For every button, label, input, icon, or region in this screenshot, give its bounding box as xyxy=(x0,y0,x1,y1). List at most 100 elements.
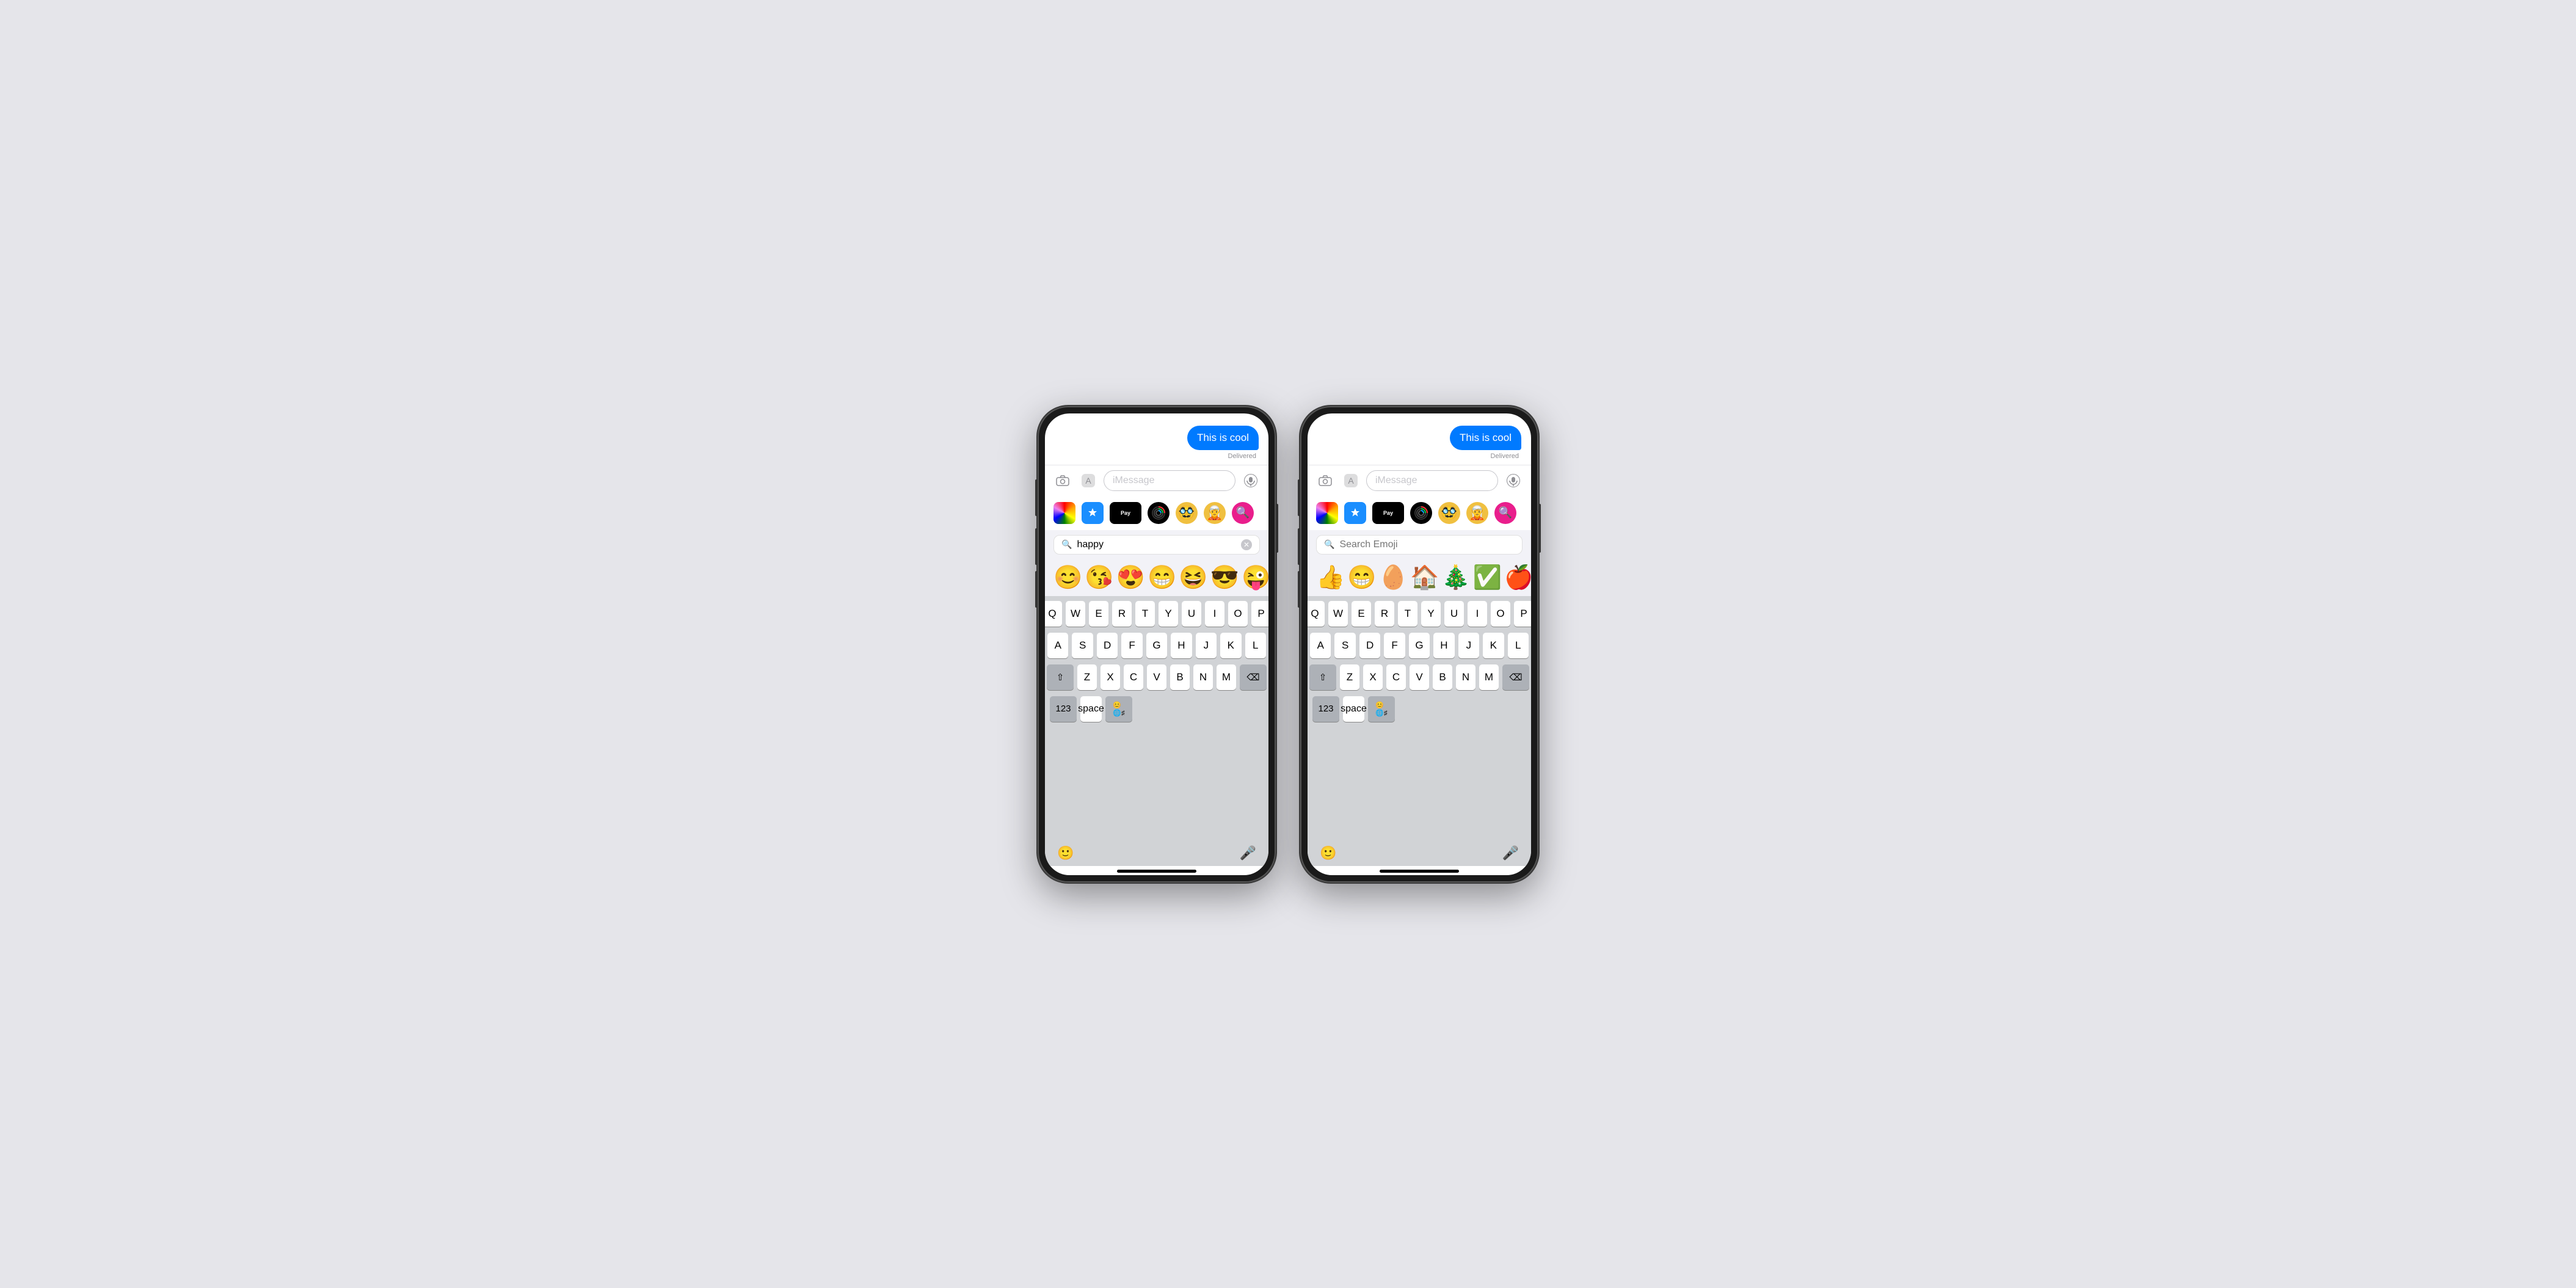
key-space-right[interactable]: space xyxy=(1343,696,1364,722)
key-C-right[interactable]: C xyxy=(1386,664,1406,690)
emoji-result-2-left[interactable]: 😍 xyxy=(1116,564,1145,591)
emoji-result-1-right[interactable]: 😁 xyxy=(1347,564,1376,591)
mic-icon-left[interactable]: 🎤 xyxy=(1240,845,1256,861)
key-delete-right[interactable]: ⌫ xyxy=(1502,664,1529,690)
key-123-right[interactable]: 123 xyxy=(1312,696,1339,722)
appstore-app-icon-right[interactable] xyxy=(1344,502,1366,524)
emoji-result-2-right[interactable]: 🥚 xyxy=(1379,564,1408,591)
emoji-result-4-left[interactable]: 😆 xyxy=(1179,564,1207,591)
key-space-left[interactable]: space xyxy=(1080,696,1102,722)
key-H-right[interactable]: H xyxy=(1433,633,1454,658)
emoji-result-1-left[interactable]: 😘 xyxy=(1085,564,1113,591)
key-K-left[interactable]: K xyxy=(1220,633,1241,658)
activity-icon-right[interactable] xyxy=(1410,502,1432,524)
key-shift-right[interactable]: ⇧ xyxy=(1309,664,1336,690)
key-D-left[interactable]: D xyxy=(1097,633,1118,658)
key-shift-left[interactable]: ⇧ xyxy=(1047,664,1074,690)
emoji-result-0-right[interactable]: 👍 xyxy=(1316,564,1345,591)
activity-icon-left[interactable] xyxy=(1148,502,1170,524)
key-F-left[interactable]: F xyxy=(1121,633,1142,658)
key-A-left[interactable]: A xyxy=(1047,633,1068,658)
key-T-right[interactable]: T xyxy=(1398,601,1417,627)
applepay-icon-right[interactable]: Pay xyxy=(1372,502,1404,524)
emoji-search-input-left[interactable] xyxy=(1077,539,1236,550)
emoji-result-6-right[interactable]: 🍎 xyxy=(1504,564,1531,591)
key-U-right[interactable]: U xyxy=(1444,601,1464,627)
key-S-left[interactable]: S xyxy=(1072,633,1093,658)
mic-icon-right[interactable]: 🎤 xyxy=(1502,845,1519,861)
message-input-left[interactable]: iMessage xyxy=(1104,470,1235,491)
key-P-left[interactable]: P xyxy=(1251,601,1268,627)
key-V-left[interactable]: V xyxy=(1147,664,1166,690)
camera-icon-right[interactable] xyxy=(1315,470,1336,491)
key-T-left[interactable]: T xyxy=(1135,601,1155,627)
key-G-right[interactable]: G xyxy=(1409,633,1430,658)
key-Q-right[interactable]: Q xyxy=(1308,601,1325,627)
emoji-result-6-left[interactable]: 😜 xyxy=(1242,564,1268,591)
appstore-icon-right[interactable]: A xyxy=(1341,470,1361,491)
key-Q-left[interactable]: Q xyxy=(1045,601,1062,627)
key-F-right[interactable]: F xyxy=(1384,633,1405,658)
emoji-result-3-left[interactable]: 😁 xyxy=(1148,564,1176,591)
key-B-left[interactable]: B xyxy=(1170,664,1190,690)
key-H-left[interactable]: H xyxy=(1171,633,1192,658)
key-U-left[interactable]: U xyxy=(1182,601,1201,627)
key-R-right[interactable]: R xyxy=(1375,601,1394,627)
key-O-right[interactable]: O xyxy=(1491,601,1510,627)
camera-icon-left[interactable] xyxy=(1052,470,1073,491)
emoji-search-box-right[interactable]: 🔍 xyxy=(1316,535,1523,555)
memoji2-icon-left[interactable]: 🧝 xyxy=(1204,502,1226,524)
globe-icon-right[interactable]: 🔍 xyxy=(1494,502,1516,524)
key-Z-left[interactable]: Z xyxy=(1077,664,1097,690)
key-I-left[interactable]: I xyxy=(1205,601,1224,627)
emoji-result-5-left[interactable]: 😎 xyxy=(1210,564,1239,591)
key-N-left[interactable]: N xyxy=(1193,664,1213,690)
emoji-result-5-right[interactable]: ✅ xyxy=(1473,564,1502,591)
memoji1-icon-right[interactable]: 🥸 xyxy=(1438,502,1460,524)
key-E-left[interactable]: E xyxy=(1089,601,1108,627)
key-P-right[interactable]: P xyxy=(1514,601,1531,627)
key-X-left[interactable]: X xyxy=(1101,664,1120,690)
key-E-right[interactable]: E xyxy=(1352,601,1371,627)
key-delete-left[interactable]: ⌫ xyxy=(1240,664,1267,690)
key-X-right[interactable]: X xyxy=(1363,664,1383,690)
key-I-right[interactable]: I xyxy=(1468,601,1487,627)
memoji2-icon-right[interactable]: 🧝 xyxy=(1466,502,1488,524)
key-M-right[interactable]: M xyxy=(1479,664,1499,690)
memoji1-icon-left[interactable]: 🥸 xyxy=(1176,502,1198,524)
emoji-result-0-left[interactable]: 😊 xyxy=(1053,564,1082,591)
audio-icon-left[interactable] xyxy=(1240,470,1261,491)
applepay-icon-left[interactable]: Pay xyxy=(1110,502,1141,524)
key-R-left[interactable]: R xyxy=(1112,601,1132,627)
key-J-left[interactable]: J xyxy=(1196,633,1217,658)
emoji-face-icon-left[interactable]: 🙂 xyxy=(1057,845,1074,861)
key-A-right[interactable]: A xyxy=(1310,633,1331,658)
key-emoji-left[interactable]: 😊🌐♯ xyxy=(1105,696,1132,722)
key-B-right[interactable]: B xyxy=(1433,664,1452,690)
key-D-right[interactable]: D xyxy=(1359,633,1380,658)
audio-icon-right[interactable] xyxy=(1503,470,1524,491)
emoji-search-input-right[interactable] xyxy=(1339,539,1515,550)
globe-icon-left[interactable]: 🔍 xyxy=(1232,502,1254,524)
key-K-right[interactable]: K xyxy=(1483,633,1504,658)
key-W-right[interactable]: W xyxy=(1328,601,1348,627)
key-N-right[interactable]: N xyxy=(1456,664,1475,690)
emoji-result-3-right[interactable]: 🏠 xyxy=(1410,564,1439,591)
key-V-right[interactable]: V xyxy=(1410,664,1429,690)
key-G-left[interactable]: G xyxy=(1146,633,1167,658)
key-O-left[interactable]: O xyxy=(1228,601,1248,627)
photos-app-icon-left[interactable] xyxy=(1053,502,1075,524)
emoji-result-4-right[interactable]: 🎄 xyxy=(1441,564,1470,591)
key-Y-right[interactable]: Y xyxy=(1421,601,1441,627)
key-J-right[interactable]: J xyxy=(1458,633,1479,658)
key-L-right[interactable]: L xyxy=(1508,633,1529,658)
message-input-right[interactable]: iMessage xyxy=(1366,470,1498,491)
key-emoji-right[interactable]: 😊🌐♯ xyxy=(1368,696,1395,722)
appstore-icon-left[interactable]: A xyxy=(1078,470,1099,491)
key-S-right[interactable]: S xyxy=(1334,633,1355,658)
search-clear-left[interactable]: ✕ xyxy=(1241,539,1252,550)
photos-app-icon-right[interactable] xyxy=(1316,502,1338,524)
emoji-search-box-left[interactable]: 🔍 ✕ xyxy=(1053,535,1260,555)
key-C-left[interactable]: C xyxy=(1124,664,1143,690)
key-Y-left[interactable]: Y xyxy=(1159,601,1178,627)
